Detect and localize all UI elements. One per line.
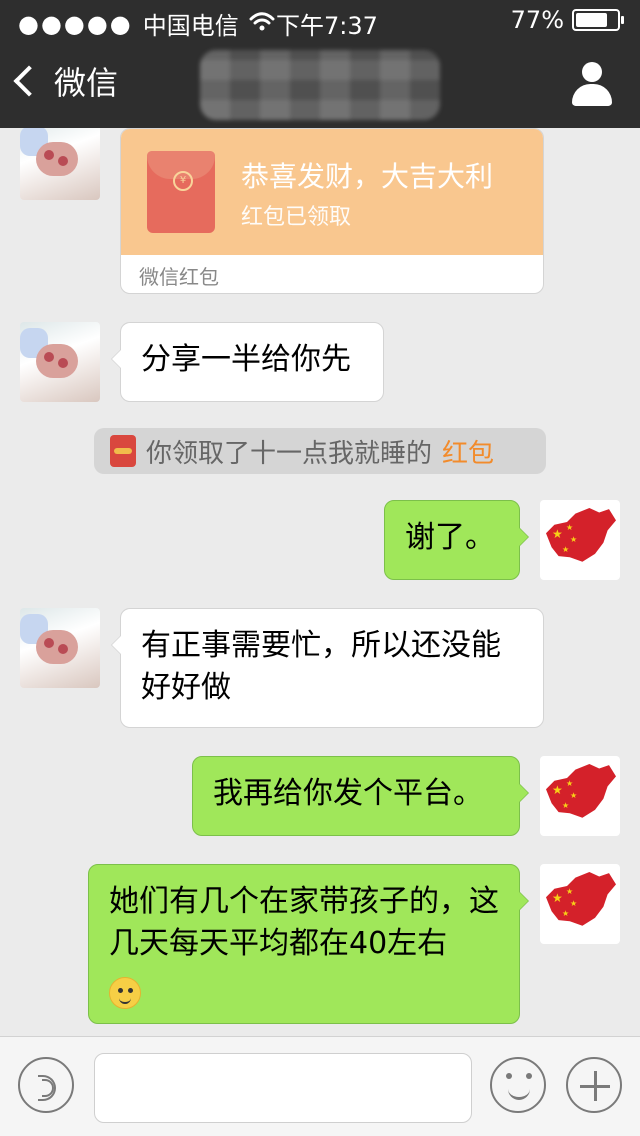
top-bar: ●●●●● 中国电信 下午7:37 77% 微信 [0, 0, 640, 128]
battery-tip [621, 16, 624, 24]
baby-hand-avatar[interactable] [20, 128, 100, 200]
battery-percent: 77% [510, 6, 564, 34]
baby-hand-avatar[interactable] [20, 322, 100, 402]
user-icon-body [572, 84, 612, 106]
emoji-button[interactable] [490, 1057, 546, 1113]
star-icon: ★ [552, 891, 563, 905]
star-icon: ★ [570, 899, 578, 908]
carrier-label: 中国电信 [142, 12, 239, 40]
message-text: 有正事需要忙，所以还没能好好做 [141, 628, 501, 705]
contact-profile-button[interactable] [570, 62, 614, 106]
chevron-left-icon [13, 65, 45, 97]
user-icon-head [582, 62, 602, 82]
message-text: 我再给你发个平台。 [213, 776, 483, 811]
baby-hand [36, 630, 78, 664]
message-bubble-right[interactable]: 谢了。 [384, 500, 529, 580]
message-text: 谢了。 [405, 520, 495, 555]
battery-fill [576, 13, 607, 27]
chat-area[interactable]: ¥ 恭喜发财，大吉大利 红包已领取 微信红包 分享一半给你先 你领取了十一点我就… [0, 128, 640, 1036]
message-bubble-right[interactable]: 她们有几个在家带孩子的，这几天每天平均都在40左右 [88, 864, 529, 1024]
baby-hand [36, 344, 78, 378]
signal-dots: ●●●●● [18, 9, 133, 38]
message-text: 她们有几个在家带孩子的，这几天每天平均都在40左右 [109, 884, 499, 961]
china-map-avatar[interactable]: ★ ★ ★ ★ [540, 864, 620, 944]
smiling-emoji-icon [109, 976, 141, 1009]
status-bar: ●●●●● 中国电信 下午7:37 77% [0, 0, 640, 40]
red-packet-footer: 微信红包 [139, 265, 219, 289]
red-packet-top: ¥ 恭喜发财，大吉大利 红包已领取 [121, 129, 543, 255]
red-packet-title: 恭喜发财，大吉大利 [241, 160, 494, 193]
yuan-coin-icon: ¥ [173, 171, 193, 191]
status-right: 77% [510, 6, 624, 34]
system-text-prefix: 你领取了十一点我就睡的 [146, 438, 433, 469]
message-bubble-right[interactable]: 我再给你发个平台。 [192, 756, 529, 836]
baby-hand [36, 142, 78, 176]
plus-button[interactable] [566, 1057, 622, 1113]
voice-button[interactable] [18, 1057, 74, 1113]
input-bar [0, 1036, 640, 1136]
star-icon: ★ [566, 523, 574, 532]
star-icon: ★ [562, 909, 570, 918]
back-label: 微信 [54, 64, 119, 102]
battery-icon [572, 9, 624, 31]
star-icon: ★ [562, 545, 570, 554]
star-icon: ★ [570, 535, 578, 544]
emoji-row [109, 971, 499, 1013]
star-icon: ★ [552, 783, 563, 797]
china-map-avatar[interactable]: ★ ★ ★ ★ [540, 756, 620, 836]
status-left: ●●●●● 中国电信 [18, 6, 275, 41]
red-packet-card[interactable]: ¥ 恭喜发财，大吉大利 红包已领取 微信红包 [120, 128, 544, 294]
status-time: 下午7:37 [276, 12, 378, 40]
message-text: 分享一半给你先 [141, 342, 351, 377]
system-text-highlight[interactable]: 红包 [442, 433, 494, 470]
star-icon: ★ [566, 779, 574, 788]
red-envelope-small-icon [110, 435, 136, 467]
star-icon: ★ [562, 801, 570, 810]
wifi-icon [249, 10, 275, 38]
china-map-avatar[interactable]: ★ ★ ★ ★ [540, 500, 620, 580]
message-input[interactable] [94, 1053, 472, 1123]
chat-title-blurred [200, 50, 440, 120]
red-packet-status: 红包已领取 [241, 205, 352, 230]
red-envelope-icon: ¥ [147, 151, 215, 233]
star-icon: ★ [570, 791, 578, 800]
navigation-bar: 微信 [0, 40, 640, 128]
back-button[interactable]: 微信 [13, 58, 119, 104]
star-icon: ★ [566, 887, 574, 896]
star-icon: ★ [552, 527, 563, 541]
message-bubble-left[interactable]: 分享一半给你先 [111, 322, 384, 402]
message-bubble-left[interactable]: 有正事需要忙，所以还没能好好做 [111, 608, 544, 728]
system-message[interactable]: 你领取了十一点我就睡的 红包 [94, 428, 546, 474]
baby-hand-avatar[interactable] [20, 608, 100, 688]
